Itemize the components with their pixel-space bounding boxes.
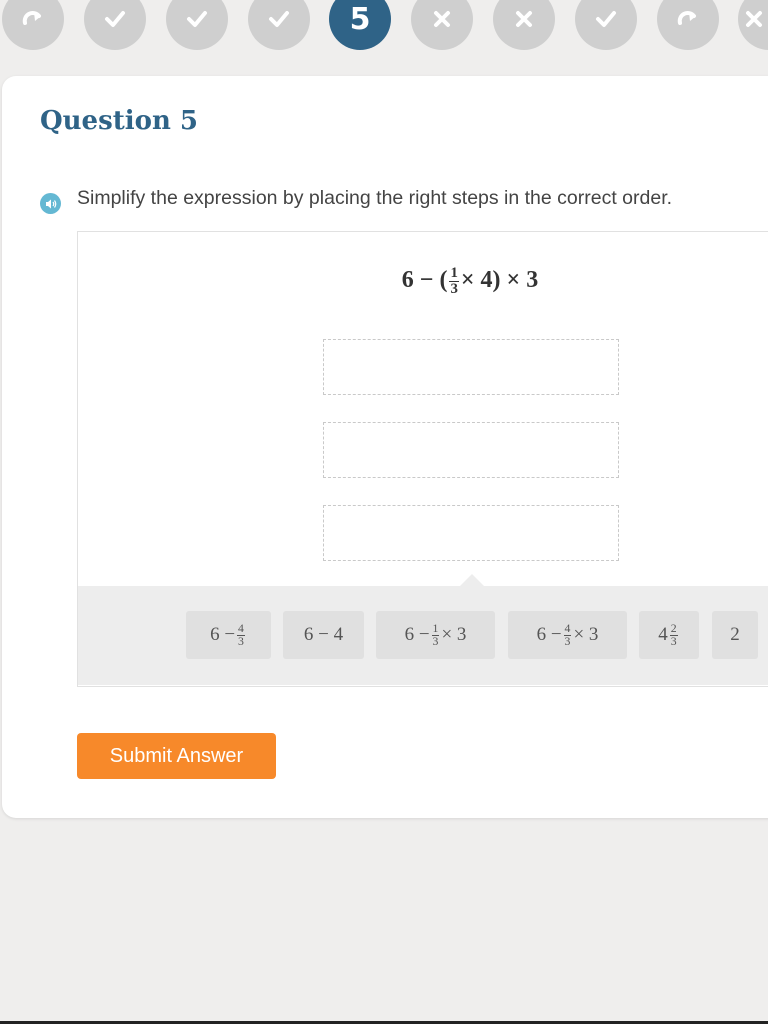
question-card: Question 5 Simplify the expression by pl… xyxy=(2,76,768,818)
expression-fraction: 13 xyxy=(449,265,459,297)
answer-tile[interactable]: 6 − 43 × 3 xyxy=(508,611,627,659)
tile-fraction: 43 xyxy=(563,621,572,648)
progress-step-9[interactable] xyxy=(657,0,719,50)
progress-step-7[interactable] xyxy=(493,0,555,50)
audio-speaker-button[interactable] xyxy=(40,193,61,214)
progress-step-2[interactable] xyxy=(84,0,146,50)
redo-arrow-icon xyxy=(677,11,696,25)
answer-tile[interactable]: 6 − 13 × 3 xyxy=(376,611,495,659)
progress-step-10[interactable] xyxy=(738,0,768,50)
tile-fraction: 13 xyxy=(431,621,440,648)
question-instruction: Simplify the expression by placing the r… xyxy=(77,187,673,209)
x-icon xyxy=(746,11,762,27)
progress-step-3[interactable] xyxy=(166,0,228,50)
answer-tile-tray: 6 − 43 6 − 4 6 − 13 × 3 6 − 43 × 3 423 2 xyxy=(78,574,768,685)
answer-drop-slot-2[interactable] xyxy=(323,422,619,478)
tile-text: 6 − xyxy=(536,624,562,645)
tile-fraction-numerator: 4 xyxy=(237,621,245,636)
current-question-number: 5 xyxy=(349,1,371,37)
submit-answer-button[interactable]: Submit Answer xyxy=(77,733,276,779)
answer-tile[interactable]: 2 xyxy=(712,611,758,659)
question-progress-bar: 5 xyxy=(0,0,768,60)
tile-text: 4 xyxy=(658,624,668,645)
tile-text: 6 − xyxy=(404,624,430,645)
ordering-panel: 6 − (1 3 × 4) × 3 6 − 43 6 − 4 6 − 13 × 3 … xyxy=(77,231,768,687)
tile-fraction-numerator: 1 xyxy=(431,621,440,636)
tile-text: 6 − xyxy=(210,624,236,645)
tile-text: 6 − 4 xyxy=(303,624,344,645)
x-icon xyxy=(434,11,450,27)
progress-step-current[interactable]: 5 xyxy=(329,0,391,50)
redo-arrow-icon xyxy=(22,11,41,25)
tile-fraction-denominator: 3 xyxy=(564,634,571,648)
check-icon xyxy=(187,11,207,27)
progress-step-4[interactable] xyxy=(248,0,310,50)
x-icon xyxy=(516,11,532,27)
question-title: Question 5 xyxy=(40,106,199,136)
answer-tile[interactable]: 6 − 4 xyxy=(283,611,364,659)
tile-fraction-denominator: 3 xyxy=(238,634,244,648)
tile-fraction: 43 xyxy=(237,621,245,648)
progress-step-6[interactable] xyxy=(411,0,473,50)
progress-step-1[interactable] xyxy=(2,0,64,50)
expression-left: 6 − ( xyxy=(401,266,448,293)
expression-fraction-numerator: 1 xyxy=(449,265,459,282)
math-expression: 6 − (1 3 × 4) × 3 xyxy=(78,266,768,297)
tile-fraction-numerator: 4 xyxy=(563,621,572,636)
check-icon xyxy=(105,11,125,27)
answer-drop-slot-1[interactable] xyxy=(323,339,619,395)
progress-step-8[interactable] xyxy=(575,0,637,50)
tile-fraction-numerator: 2 xyxy=(669,621,678,636)
tile-text-suffix: × 3 xyxy=(573,624,599,645)
tile-fraction-denominator: 3 xyxy=(432,634,439,648)
tile-fraction-denominator: 3 xyxy=(670,634,677,648)
answer-drop-slot-3[interactable] xyxy=(323,505,619,561)
speaker-icon xyxy=(45,199,56,208)
tile-text: 2 xyxy=(730,624,740,645)
tile-text-suffix: × 3 xyxy=(441,624,467,645)
expression-right: × 4) × 3 xyxy=(460,266,539,293)
check-icon xyxy=(269,11,289,27)
tile-fraction: 23 xyxy=(669,621,678,648)
answer-tile[interactable]: 6 − 43 xyxy=(186,611,271,659)
expression-fraction-denominator: 3 xyxy=(450,280,458,297)
check-icon xyxy=(596,11,616,27)
answer-tile[interactable]: 423 xyxy=(639,611,699,659)
